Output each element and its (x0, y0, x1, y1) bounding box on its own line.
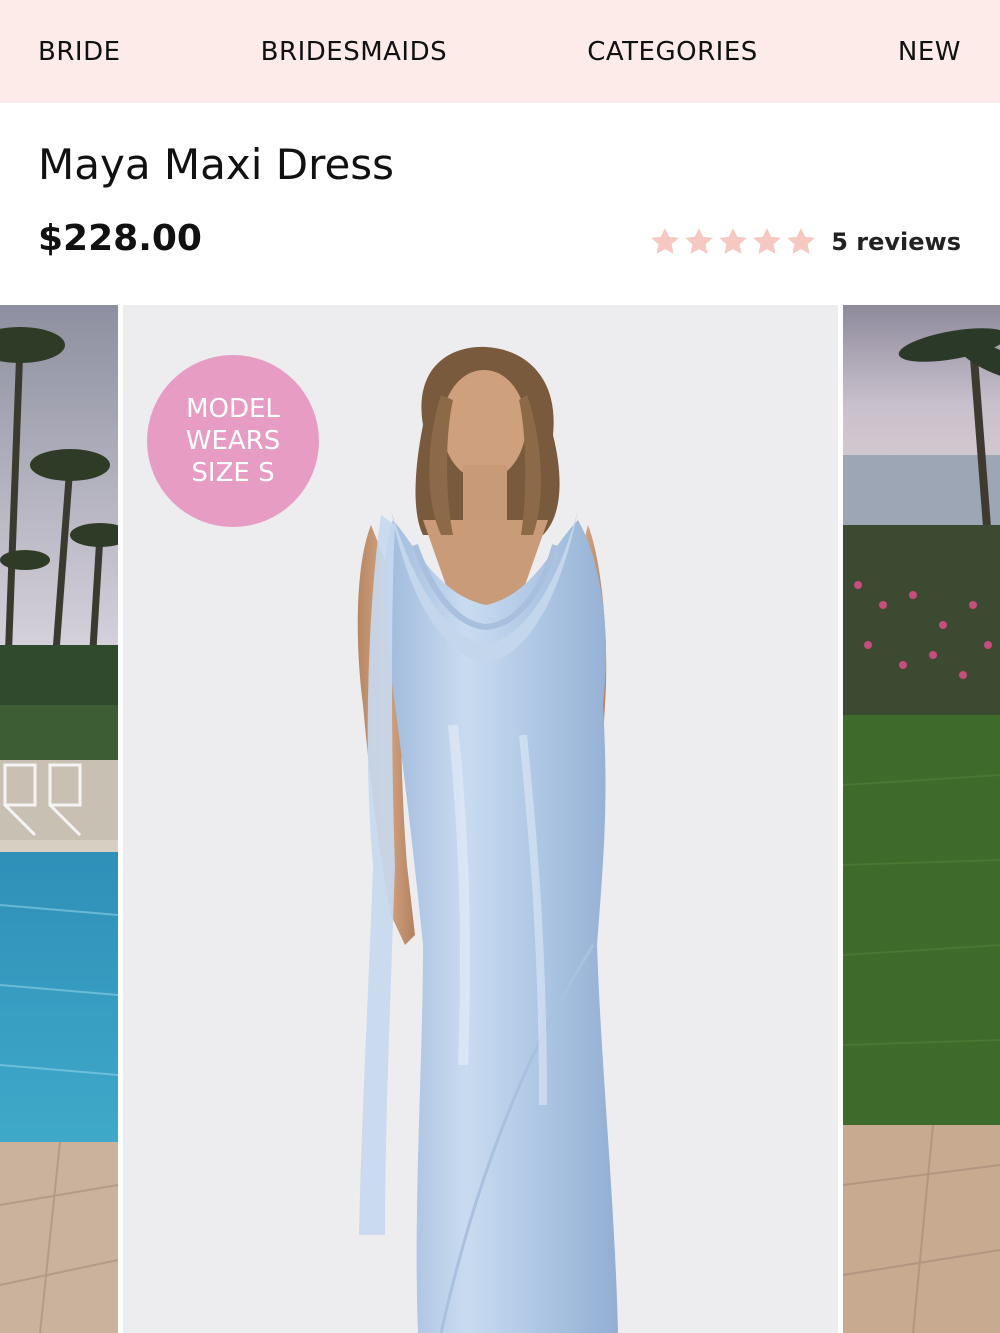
gallery-image-previous[interactable] (0, 305, 118, 1333)
nav-new[interactable]: NEW (898, 37, 961, 67)
star-icon (753, 228, 781, 254)
model-size-badge: MODEL WEARS SIZE S (147, 355, 319, 527)
garden-lawn-photo (843, 305, 1000, 1333)
nav-bridesmaids[interactable]: BRIDESMAIDS (261, 37, 447, 67)
nav-categories[interactable]: CATEGORIES (587, 37, 758, 67)
top-navigation: BRIDE BRIDESMAIDS CATEGORIES NEW (0, 0, 1000, 103)
gallery-image-next[interactable] (843, 305, 1000, 1333)
product-rating[interactable]: 5 reviews (649, 222, 961, 262)
reviews-link[interactable]: 5 reviews (831, 228, 961, 256)
star-icon (719, 228, 747, 254)
star-icon (685, 228, 713, 254)
product-price: $228.00 (38, 218, 202, 259)
star-icon (651, 228, 679, 254)
star-icon (787, 228, 815, 254)
badge-line-1: MODEL (186, 394, 280, 424)
badge-text: MODEL WEARS SIZE S (168, 393, 298, 489)
product-title: Maya Maxi Dress (38, 140, 395, 189)
badge-line-2: WEARS (185, 426, 281, 456)
nav-bride[interactable]: BRIDE (38, 37, 121, 67)
star-rating (649, 226, 817, 258)
badge-line-3: SIZE S (191, 458, 275, 488)
resort-pool-photo (0, 305, 118, 1333)
